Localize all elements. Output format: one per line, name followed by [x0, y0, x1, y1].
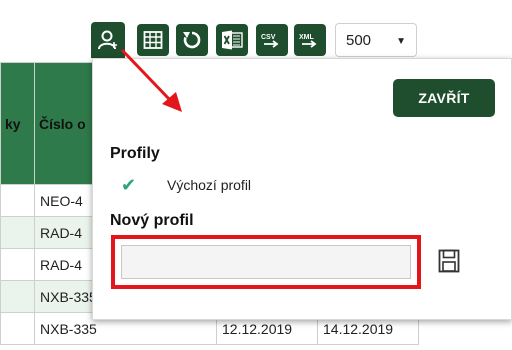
- reset-button[interactable]: [176, 24, 208, 56]
- xml-label: XML: [299, 34, 315, 41]
- csv-label: CSV: [261, 34, 276, 41]
- csv-export-button[interactable]: CSV: [256, 24, 288, 56]
- profiles-heading: Profily: [110, 145, 160, 162]
- profile-item-label: Výchozí profil: [167, 177, 252, 193]
- new-profile-heading: Nový profil: [110, 212, 194, 229]
- chevron-down-icon: ▼: [396, 36, 406, 47]
- save-icon[interactable]: [438, 249, 460, 273]
- excel-export-button[interactable]: [216, 24, 248, 56]
- columns-button[interactable]: [137, 24, 169, 56]
- profile-button[interactable]: [91, 22, 125, 58]
- page-size-value: 500: [346, 31, 372, 49]
- page-size-select[interactable]: 500 ▼: [335, 23, 417, 57]
- xml-export-button[interactable]: XML: [294, 24, 326, 56]
- new-profile-input[interactable]: [121, 245, 411, 279]
- toolbar: CSV XML 500 ▼: [0, 0, 512, 62]
- reset-icon: [183, 31, 201, 49]
- close-button[interactable]: ZAVŘÍT: [393, 79, 495, 117]
- csv-export-icon: CSV: [261, 34, 279, 48]
- column-header[interactable]: ky: [0, 62, 35, 185]
- xml-export-icon: XML: [299, 34, 317, 48]
- user-profile-icon: [98, 30, 117, 50]
- checkmark-icon: ✔: [121, 174, 137, 195]
- grid-columns-icon: [143, 31, 163, 49]
- excel-export-icon: [222, 30, 243, 50]
- profile-item-default[interactable]: ✔ Výchozí profil: [121, 173, 251, 197]
- profile-popup: ZAVŘÍT Profily ✔ Výchozí profil Nový pro…: [92, 58, 512, 320]
